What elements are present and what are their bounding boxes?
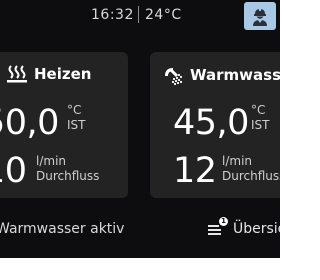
status-divider — [138, 6, 139, 23]
hot-water-temperature-value: 45,0 — [173, 103, 249, 143]
hot-water-card[interactable]: Warmwasser 45,0 °C IST 12 l/min Durchflu… — [150, 52, 280, 198]
heating-card-title: Heizen — [34, 65, 92, 83]
hot-water-flow-unit-block: l/min Durchfluss — [222, 154, 280, 184]
hot-water-temperature-unit-block: °C IST — [251, 103, 270, 133]
user-engineer-icon — [253, 8, 267, 26]
shower-icon — [165, 68, 183, 86]
heating-temperature-unit: °C — [67, 103, 82, 117]
heating-flow-unit: l/min — [36, 154, 67, 168]
clock: 16:32 — [91, 7, 134, 23]
hot-water-flow-value: 12 — [173, 151, 217, 191]
heating-icon — [7, 65, 27, 83]
hot-water-temperature-caption: IST — [251, 118, 270, 132]
heating-temperature-caption: IST — [67, 118, 86, 132]
status-bar: 16:32 24°C — [0, 0, 280, 30]
heating-flow-unit-block: l/min Durchfluss — [36, 154, 99, 184]
app-screen: 16:32 24°C Heizen 50,0 — [0, 0, 280, 258]
notification-badge: 1 — [219, 217, 228, 226]
hot-water-flow-caption: Durchfluss — [222, 169, 280, 183]
hot-water-card-title: Warmwasser — [190, 66, 280, 84]
user-profile-button[interactable] — [244, 2, 276, 30]
hot-water-temperature-unit: °C — [251, 103, 266, 117]
system-status-text: Warmwasser aktiv — [0, 221, 125, 237]
overview-button-label: Übersicht — [233, 221, 280, 237]
heating-card-header: Heizen — [6, 64, 91, 84]
hot-water-card-header: Warmwasser — [162, 64, 280, 86]
heating-temperature-unit-block: °C IST — [67, 103, 86, 133]
hot-water-flow-unit: l/min — [222, 154, 253, 168]
overview-button[interactable]: 1 Übersicht — [207, 214, 280, 244]
heating-flow-caption: Durchfluss — [36, 169, 100, 183]
heating-temperature-value: 50,0 — [0, 103, 59, 143]
outdoor-temperature: 24°C — [145, 7, 182, 23]
heating-flow-value: 10 — [0, 151, 27, 191]
heating-card[interactable]: Heizen 50,0 °C IST 10 l/min Durchfluss — [0, 52, 128, 198]
